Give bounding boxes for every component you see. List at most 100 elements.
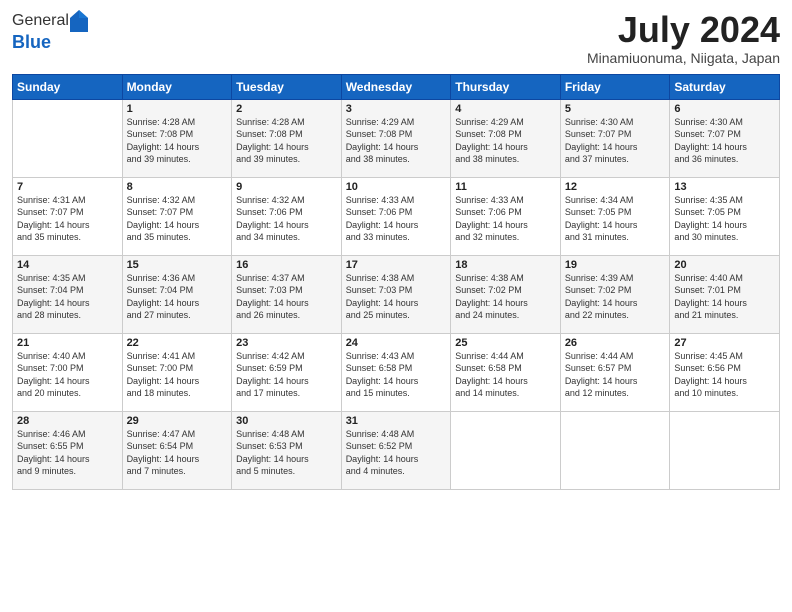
day-info: Sunrise: 4:31 AM Sunset: 7:07 PM Dayligh… bbox=[17, 194, 118, 244]
calendar-cell: 17Sunrise: 4:38 AM Sunset: 7:03 PM Dayli… bbox=[341, 255, 451, 333]
weekday-header-thursday: Thursday bbox=[451, 74, 561, 99]
calendar-cell: 24Sunrise: 4:43 AM Sunset: 6:58 PM Dayli… bbox=[341, 333, 451, 411]
day-number: 1 bbox=[127, 103, 228, 115]
day-number: 20 bbox=[674, 259, 775, 271]
calendar-cell: 26Sunrise: 4:44 AM Sunset: 6:57 PM Dayli… bbox=[560, 333, 670, 411]
day-number: 5 bbox=[565, 103, 666, 115]
day-number: 7 bbox=[17, 181, 118, 193]
week-row-4: 21Sunrise: 4:40 AM Sunset: 7:00 PM Dayli… bbox=[13, 333, 780, 411]
day-number: 6 bbox=[674, 103, 775, 115]
calendar-cell bbox=[670, 411, 780, 489]
month-title: July 2024 bbox=[587, 10, 780, 50]
calendar-cell: 7Sunrise: 4:31 AM Sunset: 7:07 PM Daylig… bbox=[13, 177, 123, 255]
day-number: 25 bbox=[455, 337, 556, 349]
day-info: Sunrise: 4:32 AM Sunset: 7:06 PM Dayligh… bbox=[236, 194, 337, 244]
calendar-table: SundayMondayTuesdayWednesdayThursdayFrid… bbox=[12, 74, 780, 490]
calendar-cell: 10Sunrise: 4:33 AM Sunset: 7:06 PM Dayli… bbox=[341, 177, 451, 255]
day-info: Sunrise: 4:44 AM Sunset: 6:58 PM Dayligh… bbox=[455, 350, 556, 400]
page-container: General Blue July 2024 Minamiuonuma, Nii… bbox=[0, 0, 792, 500]
calendar-cell bbox=[560, 411, 670, 489]
calendar-cell bbox=[451, 411, 561, 489]
calendar-cell: 13Sunrise: 4:35 AM Sunset: 7:05 PM Dayli… bbox=[670, 177, 780, 255]
day-info: Sunrise: 4:41 AM Sunset: 7:00 PM Dayligh… bbox=[127, 350, 228, 400]
calendar-cell: 31Sunrise: 4:48 AM Sunset: 6:52 PM Dayli… bbox=[341, 411, 451, 489]
week-row-2: 7Sunrise: 4:31 AM Sunset: 7:07 PM Daylig… bbox=[13, 177, 780, 255]
day-number: 30 bbox=[236, 415, 337, 427]
day-info: Sunrise: 4:35 AM Sunset: 7:05 PM Dayligh… bbox=[674, 194, 775, 244]
logo: General Blue bbox=[12, 10, 90, 53]
calendar-cell: 19Sunrise: 4:39 AM Sunset: 7:02 PM Dayli… bbox=[560, 255, 670, 333]
day-number: 18 bbox=[455, 259, 556, 271]
calendar-cell: 18Sunrise: 4:38 AM Sunset: 7:02 PM Dayli… bbox=[451, 255, 561, 333]
day-info: Sunrise: 4:38 AM Sunset: 7:02 PM Dayligh… bbox=[455, 272, 556, 322]
day-number: 22 bbox=[127, 337, 228, 349]
day-number: 11 bbox=[455, 181, 556, 193]
week-row-1: 1Sunrise: 4:28 AM Sunset: 7:08 PM Daylig… bbox=[13, 99, 780, 177]
calendar-cell: 21Sunrise: 4:40 AM Sunset: 7:00 PM Dayli… bbox=[13, 333, 123, 411]
day-number: 3 bbox=[346, 103, 447, 115]
day-info: Sunrise: 4:29 AM Sunset: 7:08 PM Dayligh… bbox=[455, 116, 556, 166]
weekday-header-monday: Monday bbox=[122, 74, 232, 99]
day-info: Sunrise: 4:45 AM Sunset: 6:56 PM Dayligh… bbox=[674, 350, 775, 400]
day-number: 10 bbox=[346, 181, 447, 193]
weekday-header-row: SundayMondayTuesdayWednesdayThursdayFrid… bbox=[13, 74, 780, 99]
day-number: 31 bbox=[346, 415, 447, 427]
day-info: Sunrise: 4:34 AM Sunset: 7:05 PM Dayligh… bbox=[565, 194, 666, 244]
weekday-header-tuesday: Tuesday bbox=[232, 74, 342, 99]
day-number: 26 bbox=[565, 337, 666, 349]
calendar-cell: 20Sunrise: 4:40 AM Sunset: 7:01 PM Dayli… bbox=[670, 255, 780, 333]
logo-general-text: General bbox=[12, 12, 69, 30]
calendar-cell: 5Sunrise: 4:30 AM Sunset: 7:07 PM Daylig… bbox=[560, 99, 670, 177]
calendar-cell bbox=[13, 99, 123, 177]
calendar-cell: 3Sunrise: 4:29 AM Sunset: 7:08 PM Daylig… bbox=[341, 99, 451, 177]
day-number: 12 bbox=[565, 181, 666, 193]
day-number: 28 bbox=[17, 415, 118, 427]
day-number: 19 bbox=[565, 259, 666, 271]
day-number: 4 bbox=[455, 103, 556, 115]
day-number: 9 bbox=[236, 181, 337, 193]
calendar-cell: 23Sunrise: 4:42 AM Sunset: 6:59 PM Dayli… bbox=[232, 333, 342, 411]
day-info: Sunrise: 4:48 AM Sunset: 6:53 PM Dayligh… bbox=[236, 428, 337, 478]
week-row-3: 14Sunrise: 4:35 AM Sunset: 7:04 PM Dayli… bbox=[13, 255, 780, 333]
day-number: 2 bbox=[236, 103, 337, 115]
day-info: Sunrise: 4:33 AM Sunset: 7:06 PM Dayligh… bbox=[346, 194, 447, 244]
calendar-cell: 27Sunrise: 4:45 AM Sunset: 6:56 PM Dayli… bbox=[670, 333, 780, 411]
day-info: Sunrise: 4:29 AM Sunset: 7:08 PM Dayligh… bbox=[346, 116, 447, 166]
calendar-cell: 30Sunrise: 4:48 AM Sunset: 6:53 PM Dayli… bbox=[232, 411, 342, 489]
week-row-5: 28Sunrise: 4:46 AM Sunset: 6:55 PM Dayli… bbox=[13, 411, 780, 489]
calendar-cell: 12Sunrise: 4:34 AM Sunset: 7:05 PM Dayli… bbox=[560, 177, 670, 255]
calendar-cell: 15Sunrise: 4:36 AM Sunset: 7:04 PM Dayli… bbox=[122, 255, 232, 333]
calendar-cell: 22Sunrise: 4:41 AM Sunset: 7:00 PM Dayli… bbox=[122, 333, 232, 411]
day-number: 21 bbox=[17, 337, 118, 349]
calendar-cell: 6Sunrise: 4:30 AM Sunset: 7:07 PM Daylig… bbox=[670, 99, 780, 177]
day-info: Sunrise: 4:39 AM Sunset: 7:02 PM Dayligh… bbox=[565, 272, 666, 322]
weekday-header-sunday: Sunday bbox=[13, 74, 123, 99]
day-info: Sunrise: 4:28 AM Sunset: 7:08 PM Dayligh… bbox=[236, 116, 337, 166]
calendar-cell: 4Sunrise: 4:29 AM Sunset: 7:08 PM Daylig… bbox=[451, 99, 561, 177]
day-info: Sunrise: 4:28 AM Sunset: 7:08 PM Dayligh… bbox=[127, 116, 228, 166]
day-info: Sunrise: 4:44 AM Sunset: 6:57 PM Dayligh… bbox=[565, 350, 666, 400]
day-number: 24 bbox=[346, 337, 447, 349]
calendar-cell: 8Sunrise: 4:32 AM Sunset: 7:07 PM Daylig… bbox=[122, 177, 232, 255]
calendar-cell: 14Sunrise: 4:35 AM Sunset: 7:04 PM Dayli… bbox=[13, 255, 123, 333]
day-number: 23 bbox=[236, 337, 337, 349]
day-number: 15 bbox=[127, 259, 228, 271]
logo-blue-text: Blue bbox=[12, 32, 90, 53]
logo-icon bbox=[70, 10, 88, 32]
day-info: Sunrise: 4:40 AM Sunset: 7:00 PM Dayligh… bbox=[17, 350, 118, 400]
day-info: Sunrise: 4:46 AM Sunset: 6:55 PM Dayligh… bbox=[17, 428, 118, 478]
day-number: 8 bbox=[127, 181, 228, 193]
day-info: Sunrise: 4:47 AM Sunset: 6:54 PM Dayligh… bbox=[127, 428, 228, 478]
day-number: 13 bbox=[674, 181, 775, 193]
day-number: 16 bbox=[236, 259, 337, 271]
day-info: Sunrise: 4:43 AM Sunset: 6:58 PM Dayligh… bbox=[346, 350, 447, 400]
location: Minamiuonuma, Niigata, Japan bbox=[587, 50, 780, 66]
header: General Blue July 2024 Minamiuonuma, Nii… bbox=[12, 10, 780, 66]
day-number: 14 bbox=[17, 259, 118, 271]
calendar-cell: 28Sunrise: 4:46 AM Sunset: 6:55 PM Dayli… bbox=[13, 411, 123, 489]
day-info: Sunrise: 4:42 AM Sunset: 6:59 PM Dayligh… bbox=[236, 350, 337, 400]
day-info: Sunrise: 4:35 AM Sunset: 7:04 PM Dayligh… bbox=[17, 272, 118, 322]
day-number: 27 bbox=[674, 337, 775, 349]
weekday-header-wednesday: Wednesday bbox=[341, 74, 451, 99]
calendar-cell: 25Sunrise: 4:44 AM Sunset: 6:58 PM Dayli… bbox=[451, 333, 561, 411]
